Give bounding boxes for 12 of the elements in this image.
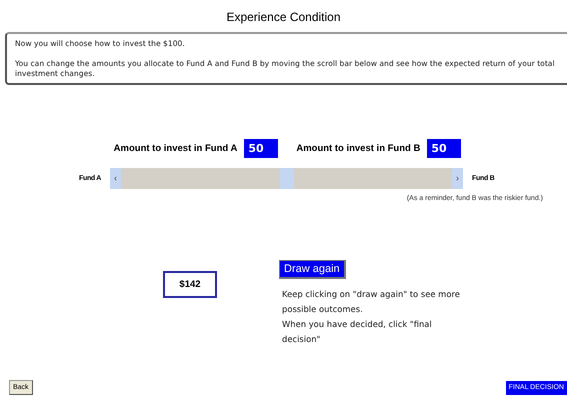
amount-label: Amount to invest in Fund B bbox=[296, 143, 420, 154]
help-text: When you have decided, click "final decision" bbox=[282, 318, 433, 346]
scroll-right-button[interactable]: › bbox=[452, 168, 464, 189]
help-text: Keep clicking on "draw again" to see more possible outcomes. bbox=[282, 288, 461, 316]
amount-field[interactable]: 50 bbox=[244, 139, 278, 158]
amount-field[interactable]: 50 bbox=[427, 139, 462, 158]
slider-thumb[interactable] bbox=[280, 168, 294, 189]
scroll-left-button[interactable]: ‹ bbox=[110, 168, 122, 189]
draw-again-button[interactable]: Draw again bbox=[279, 260, 346, 279]
outcome-value: $142 bbox=[163, 271, 217, 298]
page-title: Experience Condition bbox=[225, 10, 342, 26]
amount-label: Amount to invest in Fund A bbox=[114, 143, 238, 154]
